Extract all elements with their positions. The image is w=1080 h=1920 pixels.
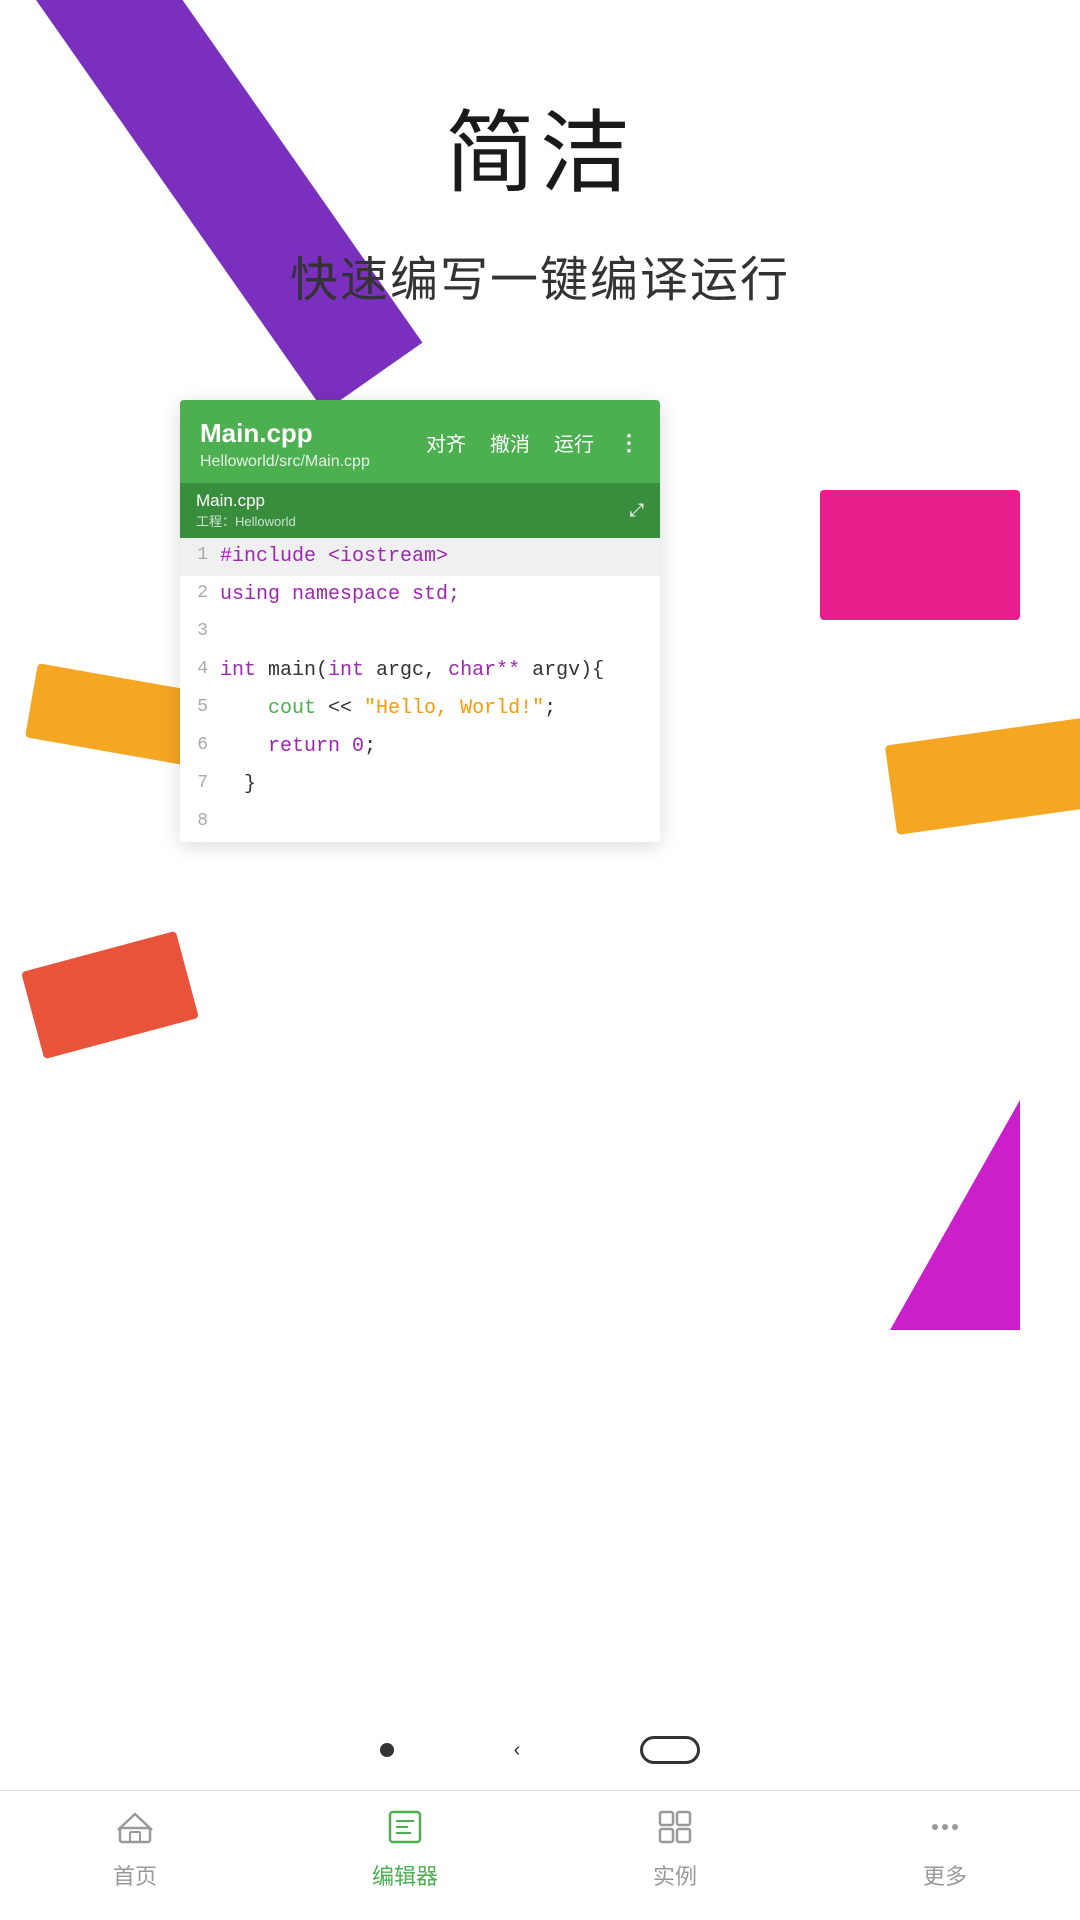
- examples-icon: [649, 1801, 701, 1853]
- editor-card: Main.cpp Helloworld/src/Main.cpp 对齐 撤消 运…: [180, 400, 660, 842]
- code-line-6: 6 return 0;: [180, 728, 660, 766]
- code-line-1: 1 #include <iostream>: [180, 538, 660, 576]
- nav-item-editor[interactable]: 编辑器: [355, 1801, 455, 1891]
- system-dot: [380, 1743, 394, 1757]
- code-line-3: 3: [180, 614, 660, 652]
- system-bar: ‹: [0, 1720, 1080, 1780]
- align-button[interactable]: 对齐: [426, 428, 466, 457]
- nav-label-home: 首页: [113, 1859, 157, 1891]
- editor-file-title: Main.cpp: [200, 418, 370, 449]
- code-line-8: 8: [180, 804, 660, 842]
- editor-toolbar: Main.cpp Helloworld/src/Main.cpp 对齐 撤消 运…: [180, 400, 660, 483]
- nav-label-more: 更多: [923, 1859, 967, 1891]
- nav-item-more[interactable]: 更多: [895, 1801, 995, 1891]
- system-home[interactable]: [640, 1736, 700, 1764]
- nav-label-editor: 编辑器: [372, 1859, 438, 1891]
- code-line-4: 4 int main(int argc, char** argv){: [180, 652, 660, 690]
- bottom-nav: 首页 编辑器 实例: [0, 1790, 1080, 1920]
- deco-red-shape: [21, 931, 199, 1059]
- page-subtitle: 快速编写一键编译运行: [0, 240, 1080, 310]
- tab-project: 工程：Helloworld: [196, 511, 296, 530]
- system-back[interactable]: ‹: [514, 1739, 521, 1762]
- code-line-7: 7 }: [180, 766, 660, 804]
- nav-item-home[interactable]: 首页: [85, 1801, 185, 1891]
- editor-tab-bar: Main.cpp 工程：Helloworld ⤢: [180, 483, 660, 538]
- deco-magenta-triangle: [890, 1100, 1020, 1330]
- run-button[interactable]: 运行: [554, 428, 594, 457]
- code-line-2: 2 using namespace std;: [180, 576, 660, 614]
- editor-file-path: Helloworld/src/Main.cpp: [200, 453, 370, 471]
- home-icon: [109, 1801, 161, 1853]
- page-title: 简洁: [0, 0, 1080, 210]
- code-line-5: 5 cout << "Hello, World!";: [180, 690, 660, 728]
- deco-orange-right-strip: [885, 715, 1080, 835]
- more-nav-icon: [919, 1801, 971, 1853]
- editor-icon: [379, 1801, 431, 1853]
- code-area: 1 #include <iostream> 2 using namespace …: [180, 538, 660, 842]
- undo-button[interactable]: 撤消: [490, 428, 530, 457]
- expand-button[interactable]: ⤢: [630, 500, 644, 521]
- nav-item-examples[interactable]: 实例: [625, 1801, 725, 1891]
- nav-label-examples: 实例: [653, 1859, 697, 1891]
- more-button[interactable]: ⋮: [618, 430, 640, 456]
- tab-filename: Main.cpp: [196, 491, 296, 511]
- deco-pink-rectangle: [820, 490, 1020, 620]
